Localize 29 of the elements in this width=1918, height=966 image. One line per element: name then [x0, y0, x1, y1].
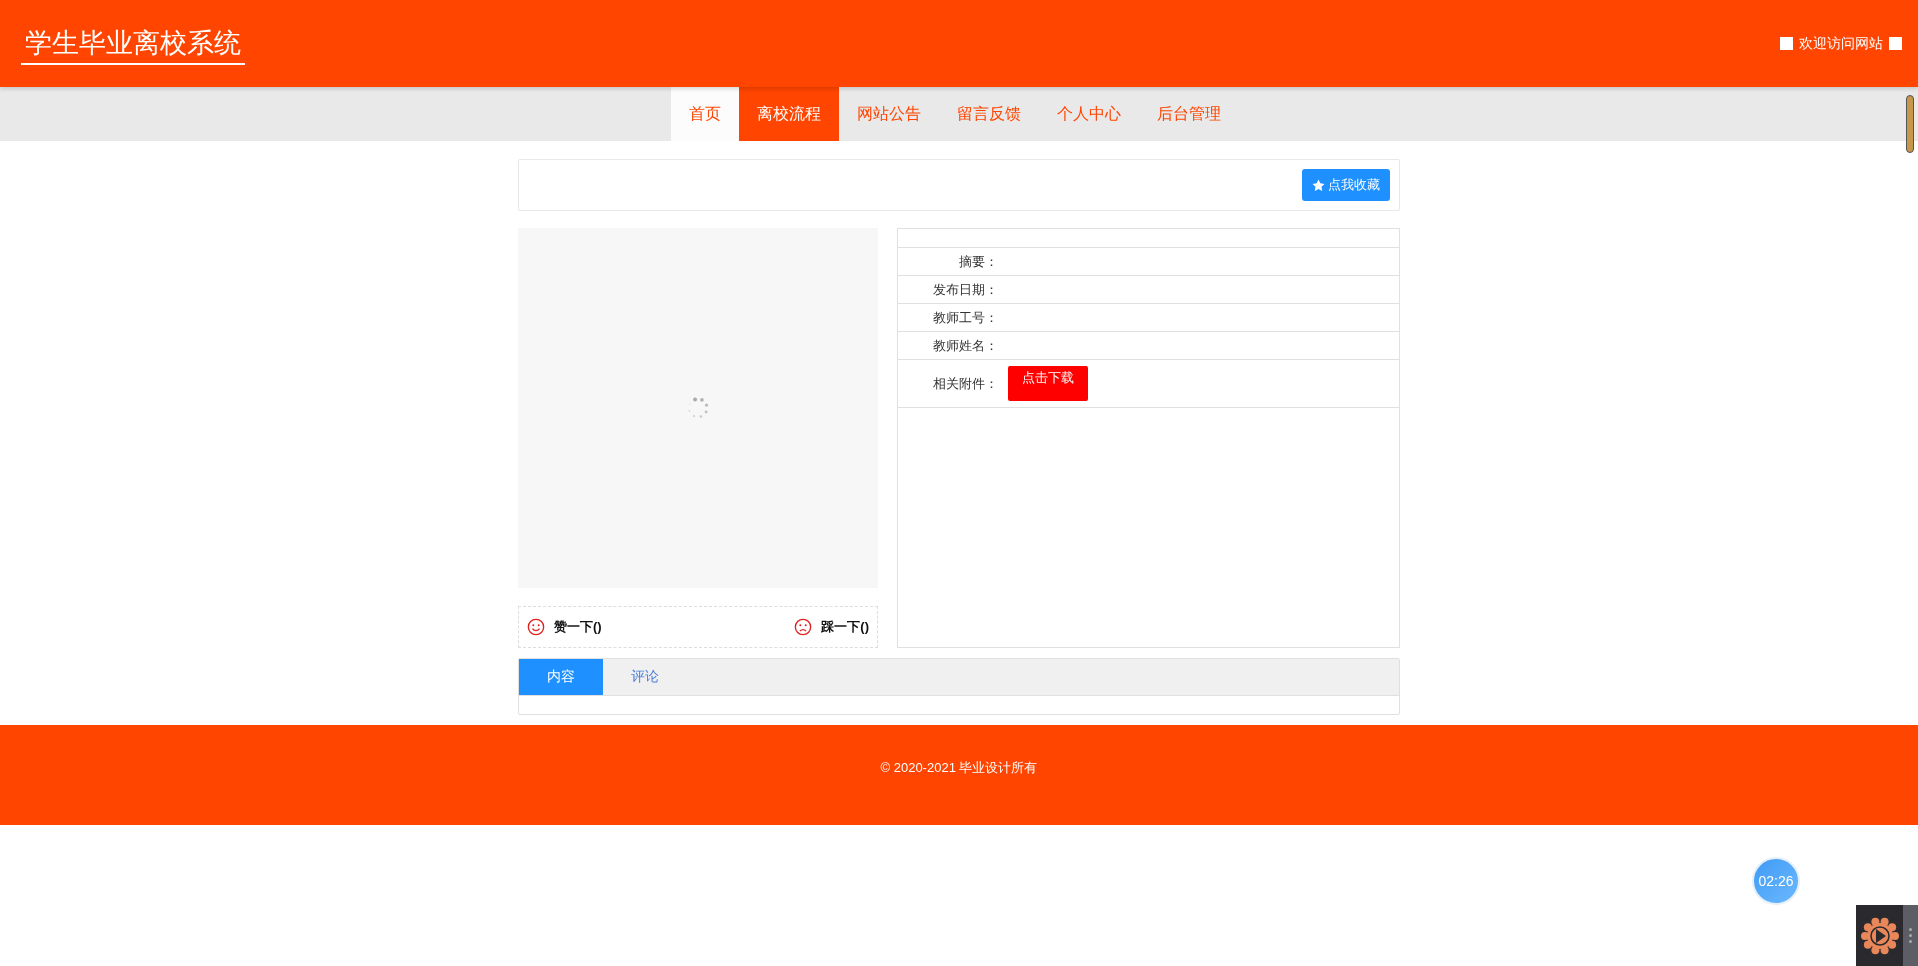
smile-icon — [527, 618, 545, 636]
timer-badge[interactable]: 02:26 — [1752, 857, 1800, 905]
player-widget[interactable] — [1856, 905, 1918, 966]
welcome-text: 欢迎访问网站 — [1799, 34, 1883, 53]
field-label: 摘要： — [958, 252, 998, 271]
copyright-text: © 2020-2021 毕业设计所有 — [880, 759, 1038, 777]
nav-link[interactable]: 留言反馈 — [939, 87, 1039, 141]
nav-link[interactable]: 网站公告 — [839, 87, 939, 141]
field-label: 教师工号： — [932, 308, 998, 327]
site-title[interactable]: 学生毕业离校系统 — [21, 24, 245, 65]
square-icon — [1780, 37, 1793, 50]
tab[interactable]: 评论 — [603, 659, 687, 695]
nav-link[interactable]: 个人中心 — [1039, 87, 1139, 141]
field-label: 相关附件： — [932, 374, 998, 393]
star-icon — [1312, 178, 1325, 192]
field-label: 教师姓名： — [932, 336, 998, 355]
field-label: 发布日期： — [932, 280, 998, 299]
frown-icon — [794, 618, 813, 636]
tab[interactable]: 内容 — [519, 659, 603, 695]
sun-play-icon — [1860, 915, 1900, 956]
nav-link[interactable]: 离校流程 — [739, 87, 839, 141]
square-icon — [1889, 37, 1902, 50]
scrollbar-thumb[interactable] — [1906, 95, 1914, 153]
dislike-button[interactable]: 踩一下() — [794, 618, 869, 636]
like-button[interactable]: 赞一下() — [527, 618, 602, 636]
nav-link[interactable]: 后台管理 — [1139, 87, 1239, 141]
download-button[interactable]: 点击下载 — [1008, 366, 1088, 401]
nav-link[interactable]: 首页 — [671, 87, 739, 141]
favorite-button[interactable]: 点我收藏 — [1302, 169, 1390, 201]
